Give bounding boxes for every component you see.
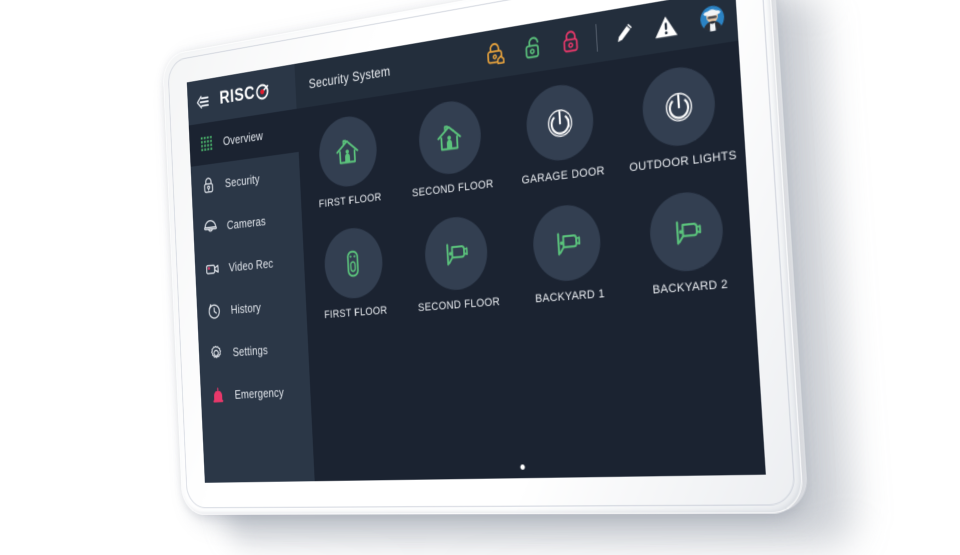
tile-circle xyxy=(423,214,489,292)
house-person-icon xyxy=(334,134,361,169)
house-person-icon xyxy=(435,120,464,156)
cctv-camera-icon xyxy=(441,236,471,271)
arm-button[interactable] xyxy=(550,14,591,70)
toolbar-divider xyxy=(595,23,598,51)
tile-label: GARAGE DOOR xyxy=(521,165,605,187)
tile-circle xyxy=(323,225,384,300)
tile-label: SECOND FLOOR xyxy=(418,296,501,315)
sidebar-item-label: History xyxy=(230,301,261,317)
device-bezel: RISC Security System Overview Security C… xyxy=(162,0,804,515)
device-tile-grid: FIRST FLOOR SECOND FLOOR GARAGE DOOR OUT… xyxy=(297,58,754,322)
tile-circle xyxy=(531,202,602,284)
tile-outdoor-lights[interactable]: OUTDOOR LIGHTS xyxy=(616,58,746,175)
tablet-screen: RISC Security System Overview Security C… xyxy=(187,0,766,483)
tile-backyard-2[interactable]: BACKYARD 2 xyxy=(623,186,754,299)
sidebar-item-label: Overview xyxy=(223,129,264,148)
tile-garage-door[interactable]: GARAGE DOOR xyxy=(501,77,621,189)
detector-icon xyxy=(339,246,366,280)
sidebar-item-label: Security xyxy=(225,172,260,190)
lock-closed-icon xyxy=(561,27,581,55)
gear-icon xyxy=(209,344,224,363)
scene: RISC Security System Overview Security C… xyxy=(0,0,960,555)
warning-triangle-icon xyxy=(653,12,679,40)
edit-button[interactable] xyxy=(603,4,646,61)
logo-text: RISC xyxy=(219,83,255,109)
sidebar-item-settings[interactable]: Settings xyxy=(198,325,309,375)
tile-label: FIRST FLOOR xyxy=(324,305,388,322)
sidebar-item-label: Video Rec xyxy=(228,256,273,274)
dome-camera-icon xyxy=(203,217,218,236)
tile-second-floor-camera[interactable]: SECOND FLOOR xyxy=(402,212,514,316)
tile-label: BACKYARD 2 xyxy=(652,278,728,297)
cctv-camera-icon xyxy=(669,212,704,250)
tile-label: SECOND FLOOR xyxy=(412,178,494,200)
risco-logo: RISC xyxy=(219,80,269,109)
sidebar-item-label: Emergency xyxy=(234,385,284,401)
tile-circle xyxy=(317,113,378,190)
page-title: Security System xyxy=(308,64,390,92)
sidebar-item-label: Cameras xyxy=(227,214,267,232)
disarm-button[interactable] xyxy=(513,20,553,75)
tile-backyard-1[interactable]: BACKYARD 1 xyxy=(508,199,629,307)
tile-circle xyxy=(641,62,718,149)
video-rec-icon xyxy=(205,259,220,278)
tile-label: OUTDOOR LIGHTS xyxy=(629,149,737,175)
tile-circle xyxy=(525,80,596,164)
tile-first-floor-detector[interactable]: FIRST FLOOR xyxy=(303,223,407,322)
tile-first-floor-arm[interactable]: FIRST FLOOR xyxy=(297,110,400,213)
user-avatar[interactable] xyxy=(700,4,725,33)
lock-open-icon xyxy=(523,34,543,62)
alerts-button[interactable] xyxy=(643,0,687,55)
risco-target-o-icon xyxy=(255,83,269,101)
siren-icon xyxy=(211,386,226,405)
tile-circle xyxy=(648,189,725,274)
clock-icon xyxy=(207,302,222,321)
page-indicator-dot[interactable] xyxy=(520,464,525,469)
grid-icon xyxy=(199,134,214,154)
top-bar-actions xyxy=(476,0,738,81)
lock-icon xyxy=(201,176,216,195)
tile-second-floor-arm[interactable]: SECOND FLOOR xyxy=(396,94,507,201)
sidebar-item-emergency[interactable]: Emergency xyxy=(200,369,311,417)
power-icon xyxy=(662,87,697,126)
tile-label: BACKYARD 1 xyxy=(535,288,605,306)
sidebar-item-label: Settings xyxy=(232,343,268,359)
cctv-camera-icon xyxy=(551,225,583,262)
lock-home-icon xyxy=(486,39,506,68)
tile-circle xyxy=(417,97,482,177)
partial-arm-button[interactable] xyxy=(476,27,515,81)
content-area: FIRST FLOOR SECOND FLOOR GARAGE DOOR OUT… xyxy=(297,41,766,482)
collapse-menu-icon[interactable] xyxy=(195,93,210,110)
tile-label: FIRST FLOOR xyxy=(319,191,382,210)
pencil-icon xyxy=(615,21,635,44)
sidebar: Overview Security Cameras Video Rec Hist… xyxy=(189,109,315,483)
power-icon xyxy=(544,104,576,142)
tablet-device: RISC Security System Overview Security C… xyxy=(162,0,804,515)
